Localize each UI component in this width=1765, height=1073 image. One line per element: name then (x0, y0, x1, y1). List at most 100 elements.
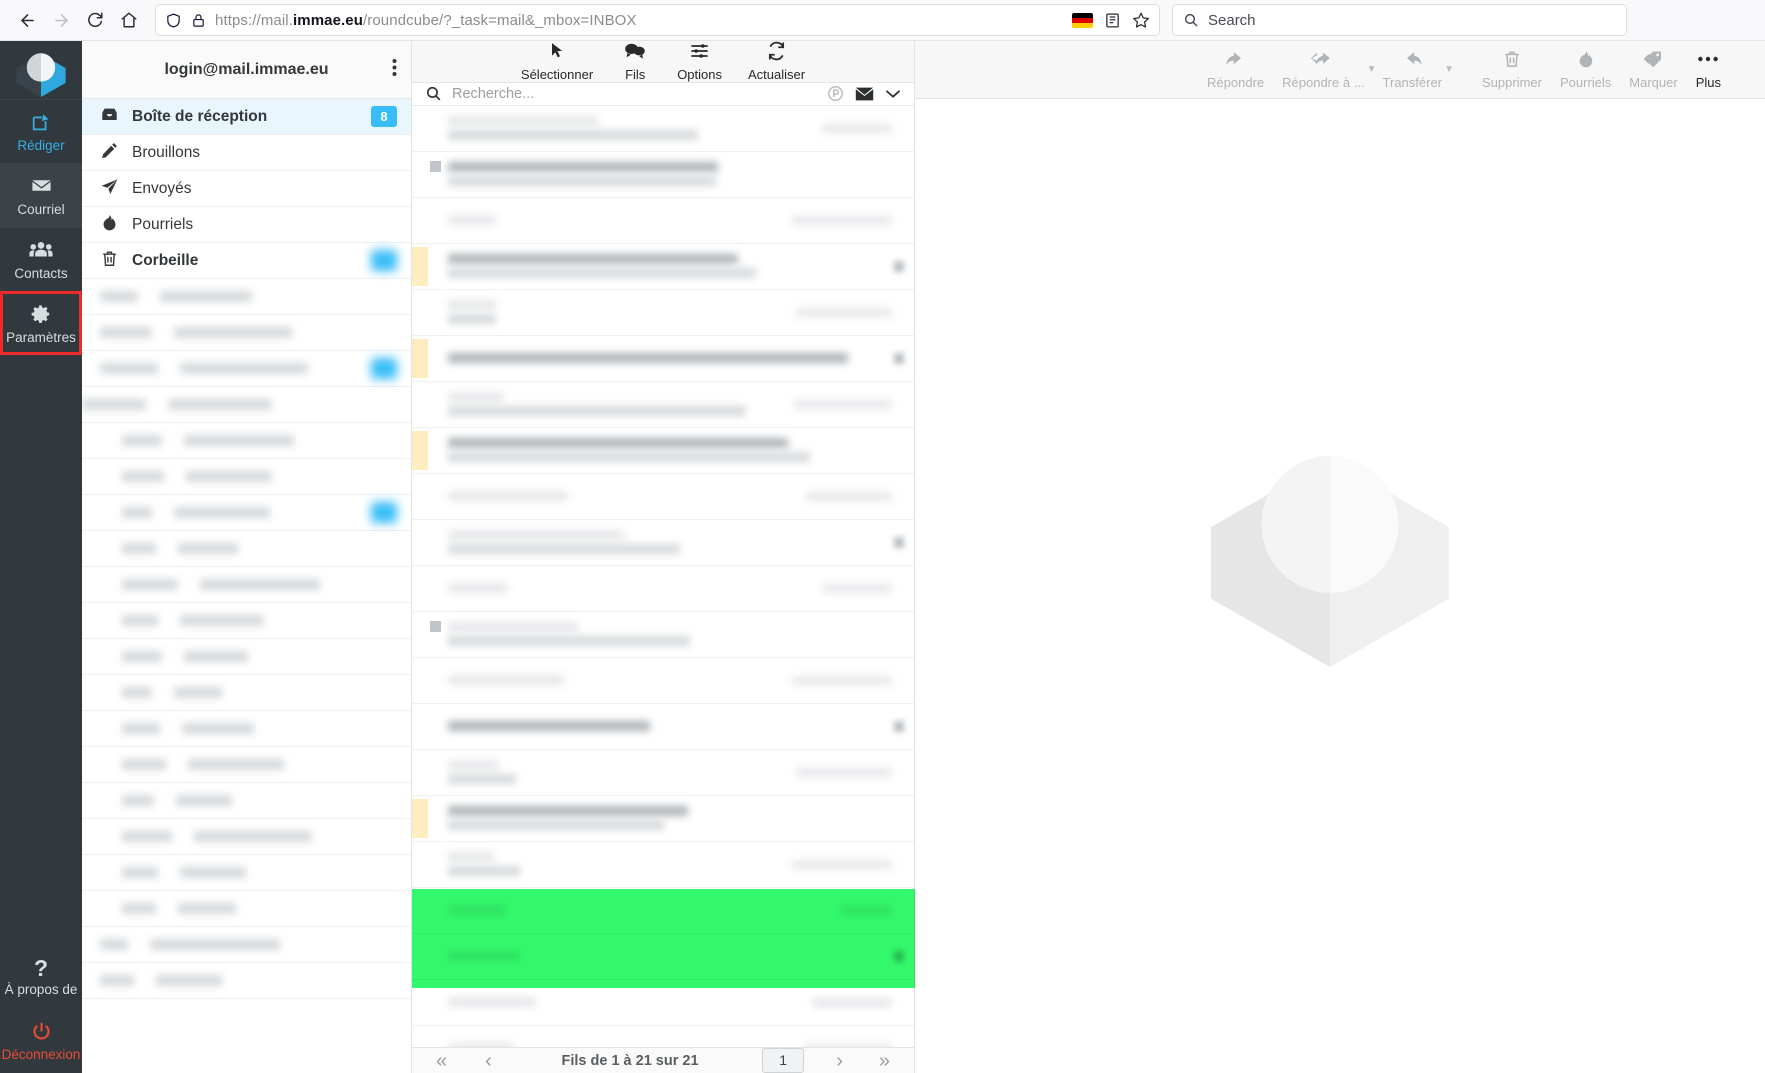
message-status-column[interactable] (428, 109, 442, 148)
message-list-row[interactable] (412, 335, 914, 382)
reload-icon[interactable] (78, 3, 112, 37)
message-flag-column[interactable] (412, 983, 428, 1022)
taskbar-item-contacts[interactable]: Contacts (0, 227, 82, 291)
folder-item-redacted[interactable] (82, 963, 411, 999)
message-status-column[interactable] (428, 293, 442, 332)
message-flag-column[interactable] (412, 707, 428, 746)
preview-button-forward[interactable]: Transférer ▼ (1374, 49, 1454, 90)
forward-arrow-icon[interactable] (44, 3, 78, 37)
message-status-column[interactable] (428, 477, 442, 516)
reader-view-icon[interactable] (1104, 12, 1121, 29)
folder-item-inbox[interactable]: Boîte de réception 8 (82, 99, 411, 135)
preview-button-delete[interactable]: Supprimer (1473, 49, 1551, 90)
folder-item-redacted[interactable] (82, 531, 411, 567)
message-list-row[interactable] (412, 749, 914, 796)
folder-item-redacted[interactable] (82, 855, 411, 891)
message-flag-column[interactable] (412, 569, 428, 608)
message-list-row[interactable] (412, 197, 914, 244)
message-list-row[interactable] (412, 887, 914, 934)
message-list-row[interactable] (412, 933, 914, 980)
envelope-icon[interactable] (855, 86, 874, 102)
preview-button-junk[interactable]: Pourriels (1551, 49, 1620, 90)
message-list-row[interactable] (412, 565, 914, 612)
taskbar-item-compose[interactable]: Rédiger (0, 99, 82, 163)
folder-item-redacted[interactable] (82, 783, 411, 819)
folder-item-redacted[interactable] (82, 387, 411, 423)
folder-item-redacted[interactable] (82, 891, 411, 927)
folder-item-redacted[interactable] (82, 675, 411, 711)
message-list-row[interactable] (412, 105, 914, 152)
message-flag-column[interactable] (412, 937, 428, 976)
kebab-menu-icon[interactable] (392, 57, 397, 82)
message-status-column[interactable] (428, 937, 442, 976)
folder-item-redacted[interactable] (82, 315, 411, 351)
folder-item-redacted[interactable] (82, 459, 411, 495)
back-arrow-icon[interactable] (10, 3, 44, 37)
toolbar-button-threads[interactable]: Fils (606, 41, 664, 82)
message-status-column[interactable] (428, 247, 442, 286)
shield-icon[interactable] (165, 12, 182, 29)
search-input[interactable]: Recherche... (452, 86, 817, 102)
folder-item-redacted[interactable] (82, 423, 411, 459)
message-search-bar[interactable]: Recherche... (412, 83, 914, 106)
message-flag-column[interactable] (412, 615, 428, 654)
taskbar-item-about[interactable]: ? À propos de (0, 945, 82, 1009)
folder-item-junk[interactable]: Pourriels (82, 207, 411, 243)
message-flag-column[interactable] (412, 201, 428, 240)
toolbar-button-options[interactable]: Options (664, 41, 735, 82)
message-flag-column[interactable] (412, 385, 428, 424)
message-flag-column[interactable] (412, 753, 428, 792)
message-list-row[interactable] (412, 1025, 914, 1047)
preview-button-mark[interactable]: Marquer (1620, 49, 1686, 90)
pagination-next-button[interactable]: › (830, 1051, 849, 1071)
folder-item-redacted[interactable]: •• (82, 351, 411, 387)
message-list-row[interactable] (412, 243, 914, 290)
folder-item-redacted[interactable] (82, 711, 411, 747)
message-status-column[interactable] (428, 385, 442, 424)
message-status-column[interactable] (428, 891, 442, 930)
folder-item-sent[interactable]: Envoyés (82, 171, 411, 207)
preview-button-reply-all[interactable]: Répondre à ... ▼ (1273, 49, 1377, 90)
message-flag-column[interactable] (412, 430, 428, 470)
lock-icon[interactable] (191, 12, 206, 29)
message-status-column[interactable] (428, 201, 442, 240)
chevron-down-icon[interactable] (885, 88, 901, 100)
preview-button-reply[interactable]: Répondre (1198, 49, 1273, 90)
message-list-row[interactable] (412, 289, 914, 336)
message-status-column[interactable] (428, 1029, 442, 1047)
message-list[interactable] (412, 105, 914, 1047)
message-list-row[interactable] (412, 703, 914, 750)
message-status-column[interactable] (428, 155, 442, 194)
toolbar-button-refresh[interactable]: Actualiser (735, 41, 818, 82)
german-flag-icon[interactable] (1072, 12, 1093, 28)
folder-item-redacted[interactable] (82, 819, 411, 855)
message-status-column[interactable] (428, 569, 442, 608)
message-list-row[interactable] (412, 473, 914, 520)
message-flag-column[interactable] (412, 293, 428, 332)
folder-item-redacted[interactable] (82, 603, 411, 639)
taskbar-item-settings[interactable]: Paramètres (0, 291, 82, 355)
chevron-down-icon[interactable]: ▼ (1444, 64, 1454, 75)
message-flag-column[interactable] (412, 338, 428, 378)
message-list-row[interactable] (412, 795, 914, 842)
folder-item-redacted[interactable] (82, 747, 411, 783)
message-status-column[interactable] (428, 431, 442, 470)
message-list-row[interactable] (412, 611, 914, 658)
message-list-row[interactable] (412, 841, 914, 888)
folder-item-trash[interactable]: Corbeille •• (82, 243, 411, 279)
message-status-column[interactable] (428, 339, 442, 378)
folder-item-redacted[interactable] (82, 567, 411, 603)
star-icon[interactable] (1132, 11, 1150, 29)
taskbar-item-mail[interactable]: Courriel (0, 163, 82, 227)
message-status-column[interactable] (428, 845, 442, 884)
folder-item-redacted[interactable]: •• (82, 495, 411, 531)
pagination-last-button[interactable]: » (873, 1051, 896, 1071)
message-status-column[interactable] (428, 707, 442, 746)
folder-item-redacted[interactable] (82, 279, 411, 315)
message-flag-column[interactable] (412, 477, 428, 516)
message-flag-column[interactable] (412, 845, 428, 884)
pagination-prev-button[interactable]: ‹ (479, 1051, 498, 1071)
folder-item-redacted[interactable] (82, 639, 411, 675)
home-icon[interactable] (112, 3, 146, 37)
message-flag-column[interactable] (412, 109, 428, 148)
